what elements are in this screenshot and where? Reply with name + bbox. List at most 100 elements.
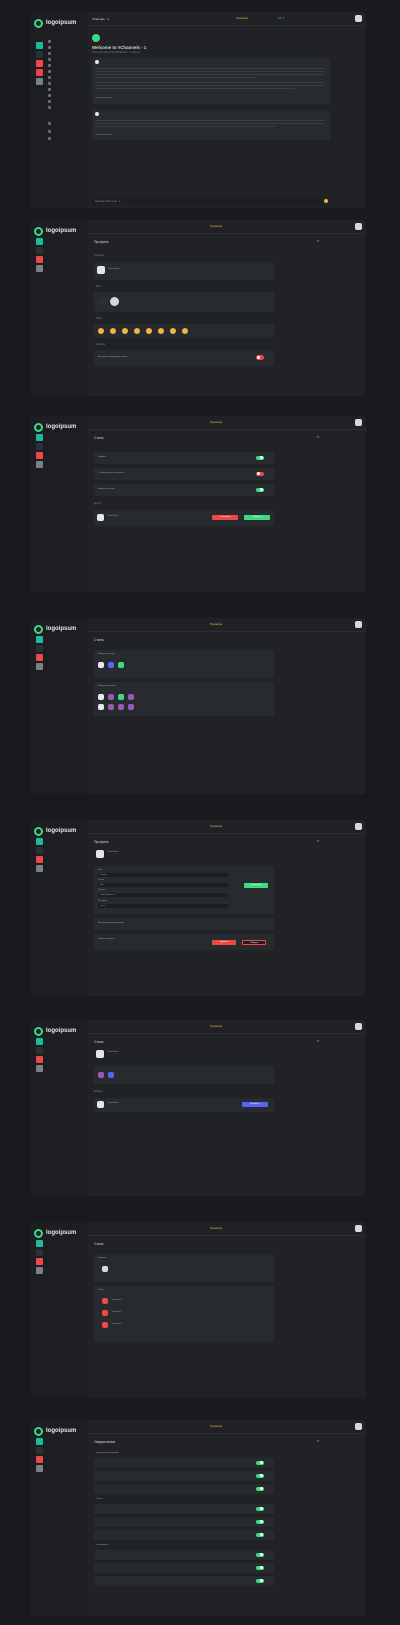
close-icon[interactable]: ✖ — [317, 1039, 320, 1043]
setting-toggle[interactable] — [256, 487, 264, 492]
delete-account-button[interactable]: Удалить — [212, 940, 236, 945]
premium-badge[interactable]: Премиум — [236, 16, 248, 20]
close-icon[interactable]: ✖ — [317, 839, 320, 843]
close-icon[interactable]: ✖ — [317, 1439, 320, 1443]
theme-option[interactable] — [122, 328, 128, 334]
message-reactions[interactable] — [95, 134, 113, 135]
server-icon[interactable] — [36, 1038, 43, 1045]
server-icon[interactable] — [36, 443, 43, 450]
server-icon[interactable] — [36, 434, 43, 441]
server-icon[interactable] — [36, 645, 43, 652]
notif-toggle[interactable] — [256, 1519, 264, 1524]
background-option[interactable] — [110, 297, 119, 306]
background-option[interactable] — [98, 297, 107, 306]
server-icon[interactable] — [36, 654, 43, 661]
theme-option[interactable] — [98, 328, 104, 334]
badge-icon[interactable] — [108, 662, 114, 668]
close-icon[interactable]: ✖ — [317, 435, 320, 439]
setting-toggle[interactable] — [256, 471, 264, 476]
avatar[interactable] — [355, 621, 362, 628]
message-input[interactable]: Message #Channels - 1 — [92, 198, 322, 204]
server-icon[interactable] — [36, 247, 43, 254]
server-icon[interactable] — [36, 1065, 43, 1072]
premium-badge[interactable]: Премиум — [210, 824, 222, 828]
server-icon[interactable] — [36, 452, 43, 459]
server-icon[interactable] — [36, 847, 43, 854]
name-input[interactable]: Charlie — [98, 873, 228, 877]
emoji-icon[interactable] — [324, 199, 328, 203]
avatar[interactable] — [355, 15, 362, 22]
server-icon[interactable] — [36, 1438, 43, 1445]
badge-icon[interactable] — [98, 704, 104, 710]
server-icon[interactable] — [36, 265, 43, 272]
notif-toggle[interactable] — [256, 1506, 264, 1511]
server-icon[interactable] — [36, 42, 43, 49]
premium-badge[interactable]: Премиум — [210, 622, 222, 626]
email-input[interactable]: charlie@bee.io — [98, 893, 228, 897]
server-icon[interactable] — [36, 1056, 43, 1063]
badge-icon[interactable] — [108, 704, 114, 710]
premium-badge[interactable]: Премиум — [210, 224, 222, 228]
notif-toggle[interactable] — [256, 1460, 264, 1465]
accept-button[interactable]: Принять — [244, 515, 270, 520]
notif-toggle[interactable] — [256, 1578, 264, 1583]
avatar[interactable] — [355, 1225, 362, 1232]
badge-icon[interactable] — [128, 704, 134, 710]
server-icon[interactable] — [36, 865, 43, 872]
notif-toggle[interactable] — [256, 1532, 264, 1537]
last-name-input[interactable]: Bee — [98, 883, 228, 887]
cancel-button[interactable]: Отмена — [242, 940, 266, 945]
theme-option[interactable] — [134, 328, 140, 334]
close-icon[interactable]: ✖ — [317, 239, 320, 243]
premium-badge[interactable]: Премиум — [210, 1424, 222, 1428]
theme-option[interactable] — [182, 328, 188, 334]
server-icon[interactable] — [36, 1465, 43, 1472]
server-icon[interactable] — [36, 636, 43, 643]
setting-toggle[interactable] — [256, 455, 264, 460]
server-icon[interactable] — [36, 838, 43, 845]
badge-icon[interactable] — [98, 694, 104, 700]
badge-icon[interactable] — [108, 1072, 114, 1078]
server-icon[interactable] — [36, 663, 43, 670]
theme-option[interactable] — [170, 328, 176, 334]
decline-button[interactable]: Отклонить — [212, 515, 238, 520]
badge-icon[interactable] — [118, 694, 124, 700]
badge-icon[interactable] — [118, 662, 124, 668]
avatar[interactable] — [355, 1023, 362, 1030]
server-icon[interactable] — [36, 1047, 43, 1054]
avatar[interactable] — [355, 823, 362, 830]
badge-icon[interactable] — [128, 694, 134, 700]
server-icon[interactable] — [36, 1267, 43, 1274]
avatar[interactable] — [355, 419, 362, 426]
badge-icon[interactable] — [98, 1072, 104, 1078]
server-icon[interactable] — [36, 1249, 43, 1256]
server-icon[interactable] — [36, 1447, 43, 1454]
badge-icon[interactable] — [108, 694, 114, 700]
notif-toggle[interactable] — [256, 1552, 264, 1557]
server-icon[interactable] — [36, 1240, 43, 1247]
server-icon[interactable] — [36, 60, 43, 67]
premium-badge[interactable]: Премиум — [210, 420, 222, 424]
server-icon[interactable] — [36, 238, 43, 245]
avatar[interactable] — [355, 223, 362, 230]
avatar[interactable] — [355, 1423, 362, 1430]
password-input[interactable]: ••••••• — [98, 904, 228, 908]
server-icon[interactable] — [36, 256, 43, 263]
premium-badge[interactable]: Премиум — [210, 1024, 222, 1028]
theme-option[interactable] — [146, 328, 152, 334]
notif-toggle[interactable] — [256, 1565, 264, 1570]
notif-toggle[interactable] — [256, 1473, 264, 1478]
server-icon[interactable] — [36, 461, 43, 468]
server-icon[interactable] — [36, 856, 43, 863]
server-icon[interactable] — [36, 78, 43, 85]
server-icon[interactable] — [36, 1456, 43, 1463]
badge-icon[interactable] — [118, 704, 124, 710]
theme-option[interactable] — [110, 328, 116, 334]
premium-badge[interactable]: Премиум — [210, 1226, 222, 1230]
save-button[interactable]: Сохранить — [244, 883, 268, 888]
theme-option[interactable] — [158, 328, 164, 334]
server-icon[interactable] — [36, 51, 43, 58]
moderation-toggle[interactable] — [256, 355, 264, 360]
server-icon[interactable] — [36, 69, 43, 76]
badge-icon[interactable] — [98, 662, 104, 668]
